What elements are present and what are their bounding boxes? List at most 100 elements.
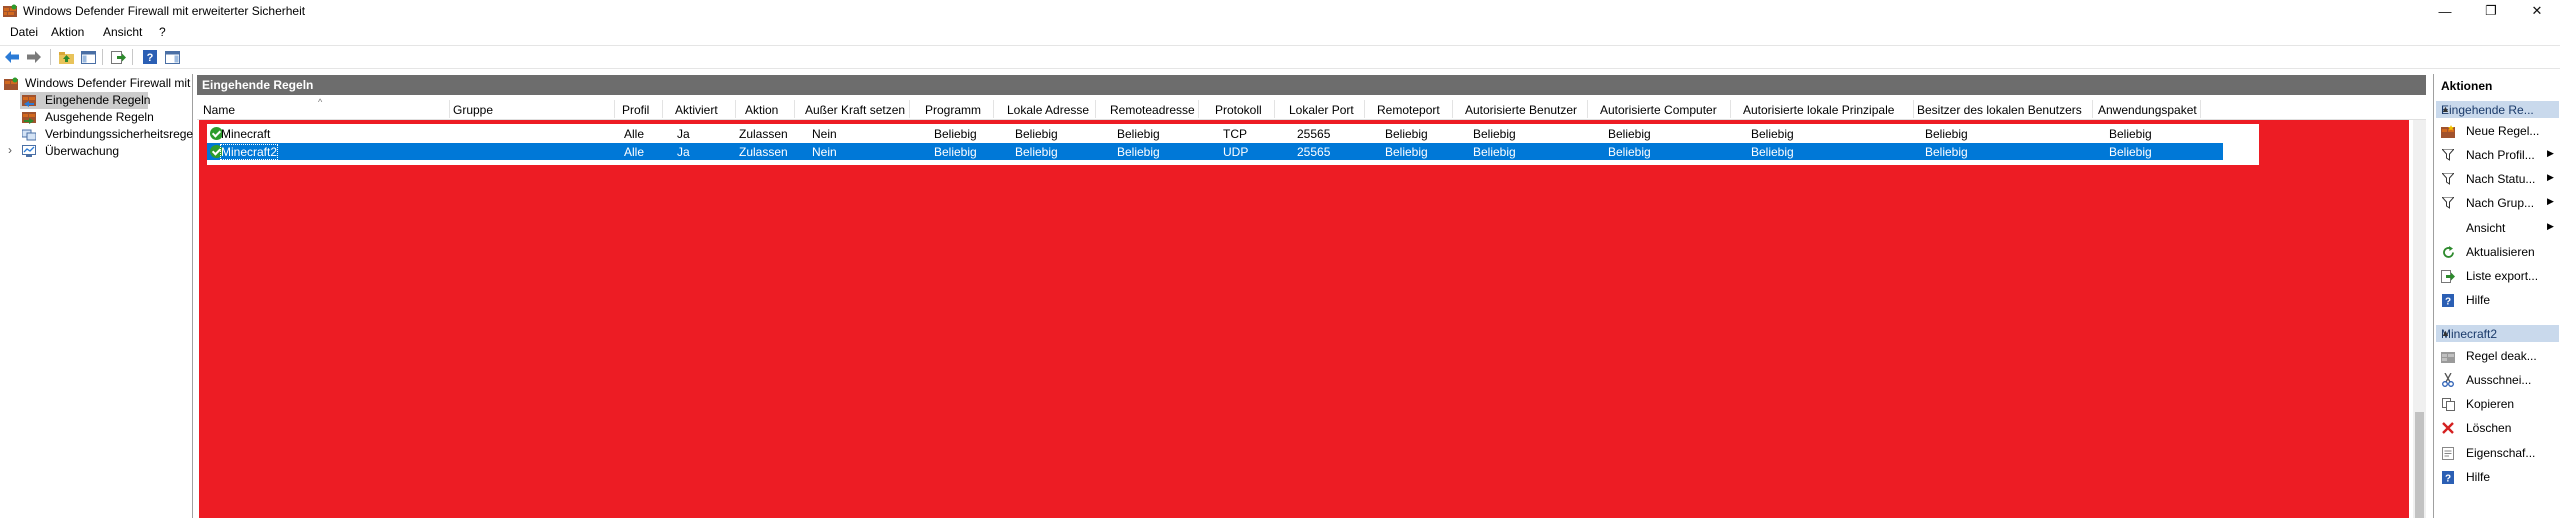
table-row-minecraft2[interactable]: Minecraft2 Alle Ja Zulassen Nein Beliebi… (207, 143, 2223, 160)
firewall-app-icon (3, 4, 17, 17)
action-eigenschaften[interactable]: Eigenschaf... (2434, 445, 2560, 461)
column-header-lokale-adresse[interactable]: Lokale Adresse (1007, 103, 1089, 117)
column-divider[interactable] (449, 100, 450, 118)
cell-remoteport: Beliebig (1385, 127, 1428, 141)
filter-icon (2441, 172, 2455, 186)
column-header-autorisierte-benutzer[interactable]: Autorisierte Benutzer (1465, 103, 1577, 117)
close-button[interactable]: ✕ (2514, 0, 2560, 22)
action-hilfe[interactable]: ? Hilfe (2434, 292, 2560, 308)
forward-arrow-icon (27, 51, 41, 63)
column-divider[interactable] (2092, 100, 2093, 118)
column-header-lokaler-port[interactable]: Lokaler Port (1289, 103, 1354, 117)
column-header-aktion[interactable]: Aktion (745, 103, 778, 117)
column-header-autorisierte-computer[interactable]: Autorisierte Computer (1600, 103, 1717, 117)
column-header-protokoll[interactable]: Protokoll (1215, 103, 1262, 117)
show-hide-action-pane-button[interactable] (164, 49, 180, 65)
disable-rule-icon (2441, 349, 2455, 363)
actions-section-eingehende-regeln[interactable]: Eingehende Re... ▲ (2436, 101, 2559, 118)
minimize-button[interactable]: — (2422, 0, 2468, 22)
tree-root-label: Windows Defender Firewall mit (25, 76, 191, 90)
cell-programm: Beliebig (934, 127, 977, 141)
column-divider[interactable] (2200, 100, 2201, 118)
column-header-remoteport[interactable]: Remoteport (1377, 103, 1440, 117)
column-divider[interactable] (794, 100, 795, 118)
column-header-autorisierte-lokale-prinzipale[interactable]: Autorisierte lokale Prinzipale (1743, 103, 1894, 117)
action-hilfe-2[interactable]: ? Hilfe (2434, 469, 2560, 485)
action-ausschneiden[interactable]: Ausschnei... (2434, 372, 2560, 388)
export-list-button[interactable] (110, 49, 126, 65)
svg-text:?: ? (2445, 473, 2451, 484)
toolbar: ? (0, 45, 2560, 69)
action-label: Aktualisieren (2466, 245, 2535, 259)
column-header-remoteadresse[interactable]: Remoteadresse (1110, 103, 1195, 117)
forward-button[interactable] (26, 49, 42, 65)
column-divider[interactable] (1095, 100, 1096, 118)
action-kopieren[interactable]: Kopieren (2434, 396, 2560, 412)
column-header-ausser-kraft-setzen[interactable]: Außer Kraft setzen (805, 103, 905, 117)
column-header-name[interactable]: Name (203, 103, 235, 117)
column-divider[interactable] (1730, 100, 1731, 118)
back-button[interactable] (4, 49, 20, 65)
column-divider[interactable] (614, 100, 615, 118)
help-icon: ? (2441, 293, 2455, 307)
menu-datei[interactable]: Datei (10, 25, 38, 39)
outbound-rules-icon (22, 112, 36, 124)
action-pane-icon (164, 50, 180, 64)
action-label: Nach Profil... (2466, 148, 2535, 162)
action-label: Kopieren (2466, 397, 2515, 411)
column-divider[interactable] (662, 100, 663, 118)
column-header-gruppe[interactable]: Gruppe (453, 103, 493, 117)
column-divider[interactable] (1587, 100, 1588, 118)
table-row-minecraft[interactable]: Minecraft Alle Ja Zulassen Nein Beliebig… (207, 125, 2259, 142)
action-regel-deaktivieren[interactable]: Regel deak... (2434, 348, 2560, 364)
properties-icon (2441, 446, 2455, 460)
action-aktualisieren[interactable]: Aktualisieren (2434, 244, 2560, 260)
up-level-button[interactable] (58, 49, 74, 65)
cell-aktion: Zulassen (739, 127, 788, 141)
column-divider[interactable] (1274, 100, 1275, 118)
column-divider[interactable] (909, 100, 910, 118)
actions-title: Aktionen (2441, 79, 2493, 93)
scrollbar-thumb[interactable] (2415, 412, 2424, 518)
action-loeschen[interactable]: Löschen (2434, 420, 2560, 436)
column-divider[interactable] (735, 100, 736, 118)
collapse-caret-icon[interactable]: ▲ (2441, 104, 2555, 114)
cell-ausser-kraft: Nein (812, 127, 837, 141)
tree-item-label: Ausgehende Regeln (45, 110, 154, 124)
column-header-anwendungspaket[interactable]: Anwendungspaket (2098, 103, 2197, 117)
action-neue-regel[interactable]: Neue Regel... (2434, 123, 2560, 139)
vertical-scrollbar[interactable] (2413, 120, 2426, 518)
column-divider[interactable] (1452, 100, 1453, 118)
cell-auth-benutzer: Beliebig (1473, 127, 1516, 141)
action-nach-gruppe[interactable]: Nach Grup... ▶ (2434, 195, 2560, 211)
action-label: Liste export... (2466, 269, 2539, 283)
column-header-programm[interactable]: Programm (925, 103, 981, 117)
action-liste-exportieren[interactable]: Liste export... (2434, 268, 2560, 284)
tree-item-label: Eingehende Regeln (45, 93, 151, 107)
svg-text:?: ? (2445, 296, 2451, 307)
action-nach-profil[interactable]: Nach Profil... ▶ (2434, 147, 2560, 163)
help-button[interactable]: ? (142, 49, 158, 65)
column-header-profil[interactable]: Profil (622, 103, 649, 117)
action-ansicht[interactable]: Ansicht ▶ (2434, 220, 2560, 236)
menu-help[interactable]: ? (159, 25, 166, 39)
export-icon (2441, 269, 2455, 283)
column-divider[interactable] (1913, 100, 1914, 118)
collapse-caret-icon[interactable]: ▲ (2441, 328, 2555, 338)
menu-ansicht[interactable]: Ansicht (103, 25, 142, 39)
action-label: Löschen (2466, 421, 2512, 435)
menu-aktion[interactable]: Aktion (51, 25, 84, 39)
column-divider[interactable] (993, 100, 994, 118)
tree-item-eingehende-regeln[interactable]: Eingehende Regeln (20, 92, 151, 109)
actions-section-minecraft2[interactable]: Minecraft2 ▲ (2436, 325, 2559, 342)
rules-list-area[interactable]: Minecraft Alle Ja Zulassen Nein Beliebig… (199, 120, 2409, 518)
column-divider[interactable] (1198, 100, 1199, 118)
column-header-besitzer[interactable]: Besitzer des lokalen Benutzers (1917, 103, 2082, 117)
cell-protokoll: UDP (1223, 145, 1249, 159)
column-divider[interactable] (1364, 100, 1365, 118)
action-nach-status[interactable]: Nach Statu... ▶ (2434, 171, 2560, 187)
column-header-aktiviert[interactable]: Aktiviert (675, 103, 718, 117)
show-hide-tree-button[interactable] (80, 49, 96, 65)
maximize-button[interactable]: ❐ (2468, 0, 2514, 22)
expand-chevron-icon[interactable]: › (8, 143, 12, 157)
